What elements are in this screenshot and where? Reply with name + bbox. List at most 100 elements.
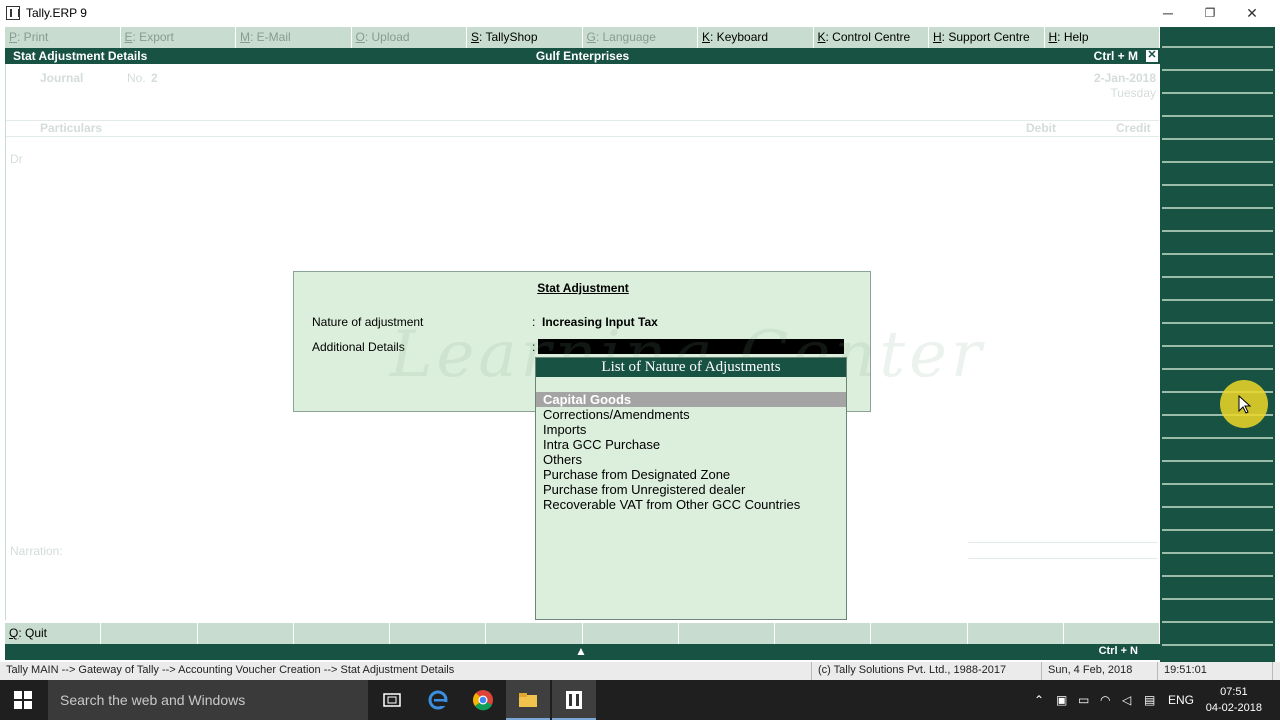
window-title: Tally.ERP 9	[26, 6, 87, 20]
quit-button[interactable]: Q: Quit	[5, 623, 102, 644]
bottom-empty-button[interactable]	[1064, 623, 1160, 644]
list-item[interactable]: Purchase from Designated Zone	[536, 467, 846, 482]
list-item[interactable]: Recoverable VAT from Other GCC Countries	[536, 497, 846, 512]
company-name: Gulf Enterprises	[535, 49, 630, 63]
topbar-button-email[interactable]: M: E-Mail	[236, 27, 352, 48]
bottom-shortcut: Ctrl + N	[1098, 645, 1138, 657]
topbar-button-tallyshop[interactable]: S: TallyShop	[467, 27, 583, 48]
shortcut-key: H	[933, 30, 942, 44]
scroll-up-icon[interactable]: ▲	[575, 644, 587, 658]
right-panel-button[interactable]	[1162, 27, 1273, 48]
bottom-empty-button[interactable]	[583, 623, 679, 644]
right-panel-button[interactable]	[1162, 257, 1273, 278]
topbar-button-controlcentre[interactable]: K: Control Centre	[814, 27, 929, 48]
right-panel-button[interactable]	[1162, 50, 1273, 71]
shortcut-key: K	[702, 30, 711, 44]
bottom-empty-button[interactable]	[390, 623, 487, 644]
bottom-empty-button[interactable]	[198, 623, 294, 644]
topbar-button-language[interactable]: G: Language	[583, 27, 698, 48]
wifi-icon[interactable]: ◠	[1100, 680, 1110, 720]
taskbar-search-box[interactable]: Search the web and Windows	[48, 680, 368, 720]
list-item[interactable]: Purchase from Unregistered dealer	[536, 482, 846, 497]
topbar-button-upload[interactable]: O: Upload	[352, 27, 467, 48]
right-panel-button[interactable]	[1162, 280, 1273, 301]
list-item[interactable]: Capital Goods	[536, 392, 846, 407]
right-panel-button[interactable]	[1162, 211, 1273, 232]
bottom-empty-button[interactable]	[101, 623, 198, 644]
right-panel-button[interactable]	[1162, 303, 1273, 324]
right-panel-button[interactable]	[1162, 602, 1273, 623]
right-panel-button[interactable]	[1162, 119, 1273, 140]
voucher-no-label: No.	[127, 71, 146, 85]
bottom-empty-button[interactable]	[679, 623, 775, 644]
chrome-browser-icon[interactable]	[461, 680, 505, 720]
right-panel-button[interactable]	[1162, 96, 1273, 117]
bottom-empty-button[interactable]	[775, 623, 872, 644]
right-panel-button[interactable]	[1162, 349, 1273, 370]
restore-button[interactable]: ❐	[1187, 0, 1233, 27]
right-panel-button[interactable]	[1162, 142, 1273, 163]
topbar-button-export[interactable]: E: Export	[121, 27, 236, 48]
copyright: (c) Tally Solutions Pvt. Ltd., 1988-2017	[812, 662, 1042, 680]
right-panel-button[interactable]	[1162, 556, 1273, 577]
col-particulars: Particulars	[40, 121, 103, 135]
right-panel-button[interactable]	[1162, 326, 1273, 347]
right-panel-button[interactable]	[1162, 234, 1273, 255]
right-panel-button[interactable]	[1162, 441, 1273, 462]
button-label: : Upload	[364, 30, 410, 44]
battery-icon[interactable]: ▭	[1078, 680, 1089, 720]
button-label: : Export	[132, 30, 174, 44]
bottom-empty-button[interactable]	[294, 623, 390, 644]
right-panel-button[interactable]	[1162, 487, 1273, 508]
taskbar-clock[interactable]: 07:51 04-02-2018	[1206, 684, 1262, 716]
list-items: Capital Goods Corrections/Amendments Impor…	[536, 392, 846, 512]
topbar-button-keyboard[interactable]: K: Keyboard	[698, 27, 814, 48]
tray-expand-icon[interactable]: ⌃	[1034, 680, 1044, 720]
screen-close-button[interactable]: ✕	[1146, 50, 1158, 62]
shortcut-key: O	[355, 30, 365, 44]
topbar-button-supportcentre[interactable]: H: Support Centre	[929, 27, 1045, 48]
header-shortcut: Ctrl + M	[1093, 49, 1138, 63]
language-indicator[interactable]: ENG	[1168, 680, 1194, 720]
tally-taskbar-icon[interactable]	[552, 680, 596, 720]
minimize-button[interactable]: ─	[1145, 0, 1191, 27]
right-panel-button[interactable]	[1162, 625, 1273, 646]
edge-browser-icon[interactable]	[416, 680, 460, 720]
right-panel-button[interactable]	[1162, 165, 1273, 186]
network-icon[interactable]: ▣	[1056, 680, 1067, 720]
right-button-panel	[1160, 27, 1275, 669]
clock-date: 04-02-2018	[1205, 702, 1262, 714]
quit-label: : Quit	[18, 626, 48, 640]
narration-label: Narration:	[10, 544, 63, 558]
file-explorer-icon[interactable]	[506, 680, 550, 720]
topbar-button-help[interactable]: H: Help	[1045, 27, 1160, 48]
right-panel-button[interactable]	[1162, 579, 1273, 600]
right-panel-button[interactable]	[1162, 464, 1273, 485]
shortcut-key: E	[124, 30, 133, 44]
start-button[interactable]	[14, 691, 32, 709]
top-button-bar: P: Print E: Export M: E-Mail O: Upload S: Ta…	[5, 27, 1160, 48]
shortcut-key: P	[9, 30, 18, 44]
right-panel-button[interactable]	[1162, 533, 1273, 554]
volume-muted-icon[interactable]: ◁	[1122, 680, 1131, 720]
right-panel-button[interactable]	[1162, 73, 1273, 94]
task-view-icon[interactable]	[370, 680, 414, 720]
bottom-empty-button[interactable]	[968, 623, 1064, 644]
list-item[interactable]: Corrections/Amendments	[536, 407, 846, 422]
status-bar: Tally MAIN --> Gateway of Tally --> Acco…	[0, 662, 1280, 680]
topbar-button-print[interactable]: P: Print	[5, 27, 121, 48]
right-panel-button[interactable]	[1162, 188, 1273, 209]
list-item[interactable]: Intra GCC Purchase	[536, 437, 846, 452]
mouse-pointer-icon	[1238, 395, 1252, 414]
bottom-strip: ▲ Ctrl + N	[5, 644, 1160, 660]
col-credit: Credit	[1116, 121, 1151, 135]
action-center-icon[interactable]: ▤	[1144, 680, 1155, 720]
bottom-empty-button[interactable]	[871, 623, 968, 644]
voucher-day: Tuesday	[1110, 86, 1156, 100]
list-item[interactable]: Others	[536, 452, 846, 467]
close-button[interactable]: ✕	[1229, 0, 1275, 27]
list-item[interactable]: Imports	[536, 422, 846, 437]
bottom-empty-button[interactable]	[486, 623, 583, 644]
divider	[6, 120, 1159, 121]
right-panel-button[interactable]	[1162, 510, 1273, 531]
